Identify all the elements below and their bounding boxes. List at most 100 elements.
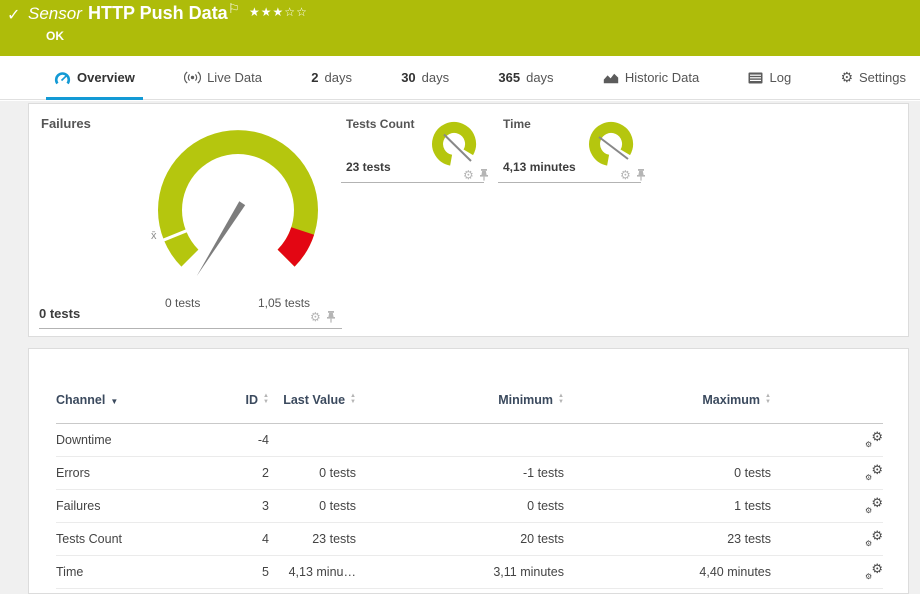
failures-gauge [148, 118, 368, 298]
cell-minimum: 3,11 minutes [356, 556, 564, 589]
tab-overview[interactable]: Overview [46, 56, 143, 99]
sensor-header: Sensor HTTP Push Data OK [0, 0, 920, 56]
cell-id: 2 [211, 457, 269, 490]
cell-last-value: 4,13 minu… [269, 556, 356, 589]
cell-id: -4 [211, 424, 269, 457]
star-icon[interactable] [296, 5, 308, 19]
cell-minimum: -1 tests [356, 457, 564, 490]
gauge-scale-min-label: 0 tests [165, 296, 200, 310]
cell-maximum: 1 tests [564, 490, 771, 523]
cell-last-value: 0 tests [269, 457, 356, 490]
gauge-needle [197, 201, 246, 276]
sort-icon [558, 394, 564, 405]
widget-divider [39, 328, 342, 329]
priority-flag-icon[interactable] [228, 1, 240, 17]
channel-settings-icon[interactable] [865, 497, 883, 513]
failures-current-value: 0 tests [39, 306, 80, 321]
table-row[interactable]: Time 5 4,13 minu… 3,11 minutes 4,40 minu… [56, 556, 883, 589]
widget-divider [341, 182, 484, 183]
priority-star-rating[interactable] [249, 5, 308, 19]
sort-icon [263, 394, 269, 405]
cell-channel[interactable]: Errors [56, 457, 211, 490]
log-icon [748, 72, 763, 84]
table-row[interactable]: Errors 2 0 tests -1 tests 0 tests [56, 457, 883, 490]
table-row[interactable]: Tests Count 4 23 tests 20 tests 23 tests [56, 523, 883, 556]
sensor-kind-label: Sensor [28, 4, 82, 24]
tab-2-days[interactable]: 2 days [303, 56, 360, 99]
gauge-avg-marker: x̄ [151, 230, 157, 242]
tab-log[interactable]: Log [740, 56, 799, 99]
tab-365-days[interactable]: 365 days [490, 56, 561, 99]
sort-desc-icon [110, 393, 118, 407]
table-header-row: Channel ID Last Value Minimum Maximum [56, 377, 883, 424]
tab-label: days [526, 70, 553, 85]
tests-count-value: 23 tests [346, 160, 391, 174]
col-actions [771, 377, 883, 424]
tab-label: Overview [77, 70, 135, 85]
col-channel[interactable]: Channel [56, 377, 211, 424]
channel-table: Channel ID Last Value Minimum Maximum Do… [56, 377, 883, 589]
cell-channel[interactable]: Tests Count [56, 523, 211, 556]
table-row[interactable]: Failures 3 0 tests 0 tests 1 tests [56, 490, 883, 523]
tab-number: 2 [311, 70, 318, 85]
channel-settings-icon[interactable] [865, 563, 883, 579]
tests-count-widget-title: Tests Count [346, 117, 414, 131]
tab-30-days[interactable]: 30 days [393, 56, 457, 99]
widget-pin-icon[interactable] [479, 169, 489, 181]
cell-maximum [564, 424, 771, 457]
channel-settings-icon[interactable] [865, 431, 883, 447]
gauge-scale-max-label: 1,05 tests [258, 296, 310, 310]
cell-last-value: 0 tests [269, 490, 356, 523]
widget-pin-icon[interactable] [636, 169, 646, 181]
tab-number: 365 [498, 70, 520, 85]
tab-label: Settings [859, 70, 906, 85]
tab-label: Log [769, 70, 791, 85]
sensor-title: HTTP Push Data [88, 3, 228, 24]
tab-number: 30 [401, 70, 415, 85]
widget-gear-icon[interactable] [310, 308, 321, 326]
table-row[interactable]: Downtime -4 [56, 424, 883, 457]
col-minimum[interactable]: Minimum [356, 377, 564, 424]
cell-last-value: 23 tests [269, 523, 356, 556]
time-widget-title: Time [503, 117, 531, 131]
failures-widget-title: Failures [41, 116, 91, 131]
area-chart-icon [603, 72, 619, 84]
col-id[interactable]: ID [211, 377, 269, 424]
widget-divider [498, 182, 641, 183]
cell-channel[interactable]: Failures [56, 490, 211, 523]
col-last-value[interactable]: Last Value [269, 377, 356, 424]
star-icon[interactable] [249, 5, 261, 19]
channel-table-panel: Channel ID Last Value Minimum Maximum Do… [28, 348, 909, 594]
tab-settings[interactable]: Settings [832, 56, 914, 99]
gauge-icon [54, 71, 71, 85]
cell-channel[interactable]: Downtime [56, 424, 211, 457]
tab-live-data[interactable]: Live Data [176, 56, 270, 99]
cell-last-value [269, 424, 356, 457]
cell-channel[interactable]: Time [56, 556, 211, 589]
time-value: 4,13 minutes [503, 160, 576, 174]
failures-widget-icons [310, 308, 336, 326]
cell-id: 3 [211, 490, 269, 523]
star-icon[interactable] [261, 5, 273, 19]
tab-bar: Overview Live Data 2 days 30 days 365 da… [0, 56, 920, 100]
cell-maximum: 4,40 minutes [564, 556, 771, 589]
tab-label: days [324, 70, 351, 85]
channel-settings-icon[interactable] [865, 530, 883, 546]
star-icon[interactable] [273, 5, 285, 19]
widget-pin-icon[interactable] [326, 311, 336, 323]
tab-label: Historic Data [625, 70, 699, 85]
gear-icon [840, 69, 853, 86]
broadcast-icon [184, 71, 201, 84]
status-check-icon [7, 5, 20, 25]
cell-id: 5 [211, 556, 269, 589]
star-icon[interactable] [284, 5, 296, 19]
cell-minimum: 20 tests [356, 523, 564, 556]
sensor-status-badge: OK [46, 29, 64, 43]
channel-settings-icon[interactable] [865, 464, 883, 480]
sort-icon [765, 394, 771, 405]
col-maximum[interactable]: Maximum [564, 377, 771, 424]
cell-minimum: 0 tests [356, 490, 564, 523]
sort-icon [350, 394, 356, 405]
tab-label: days [422, 70, 449, 85]
tab-historic-data[interactable]: Historic Data [595, 56, 707, 99]
